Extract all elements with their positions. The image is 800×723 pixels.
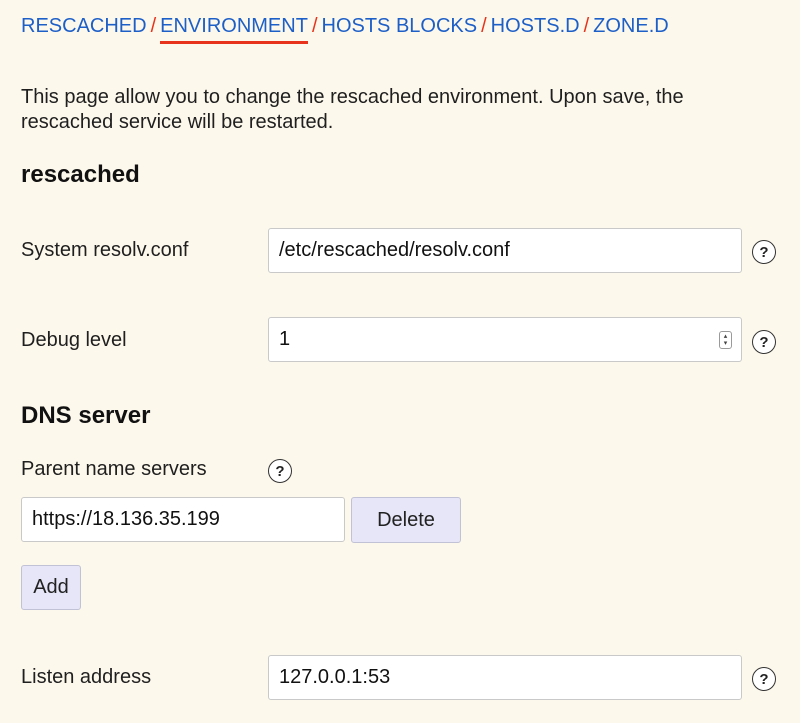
help-icon[interactable]: ?: [268, 459, 292, 483]
help-icon[interactable]: ?: [752, 330, 776, 354]
parent-name-server-input[interactable]: https://18.136.35.199: [21, 497, 345, 542]
system-resolv-value: /etc/rescached/resolv.conf: [279, 239, 510, 261]
nav-separator: /: [311, 15, 318, 37]
debug-level-input[interactable]: 1 ▴ ▾: [268, 317, 742, 362]
debug-level-label: Debug level: [21, 329, 127, 351]
environment-page: RESCACHED / ENVIRONMENT / HOSTS BLOCKS / HOSTS…: [0, 0, 800, 723]
listen-address-input[interactable]: 127.0.0.1:53: [268, 655, 742, 700]
stepper-down-icon: ▾: [723, 339, 728, 347]
listen-address-label: Listen address: [21, 666, 152, 688]
nav-zone-d[interactable]: ZONE.D: [593, 15, 669, 37]
parent-name-servers-label: Parent name servers: [21, 458, 207, 480]
section-title-dns-server: DNS server: [21, 402, 151, 429]
add-button[interactable]: Add: [21, 565, 81, 610]
nav-separator: /: [583, 15, 590, 37]
system-resolv-input[interactable]: /etc/rescached/resolv.conf: [268, 228, 742, 273]
nav-hosts-d[interactable]: HOSTS.D: [491, 15, 580, 37]
help-icon[interactable]: ?: [752, 240, 776, 264]
breadcrumb-nav: RESCACHED / ENVIRONMENT / HOSTS BLOCKS / HOSTS…: [21, 13, 669, 44]
number-stepper[interactable]: ▴ ▾: [719, 330, 732, 349]
delete-button[interactable]: Delete: [351, 497, 461, 543]
nav-environment[interactable]: ENVIRONMENT: [160, 13, 308, 44]
parent-name-server-value: https://18.136.35.199: [32, 508, 220, 530]
help-icon[interactable]: ?: [752, 667, 776, 691]
system-resolv-label: System resolv.conf: [21, 239, 189, 261]
nav-rescached[interactable]: RESCACHED: [21, 15, 147, 37]
stepper-up-icon: ▴: [723, 332, 728, 340]
nav-separator: /: [150, 15, 157, 37]
nav-hosts-blocks[interactable]: HOSTS BLOCKS: [322, 15, 478, 37]
debug-level-value: 1: [279, 328, 291, 350]
nav-separator: /: [481, 15, 487, 37]
section-title-rescached: rescached: [21, 161, 140, 188]
listen-address-value: 127.0.0.1:53: [279, 666, 391, 688]
page-description: This page allow you to change the rescac…: [21, 86, 684, 133]
